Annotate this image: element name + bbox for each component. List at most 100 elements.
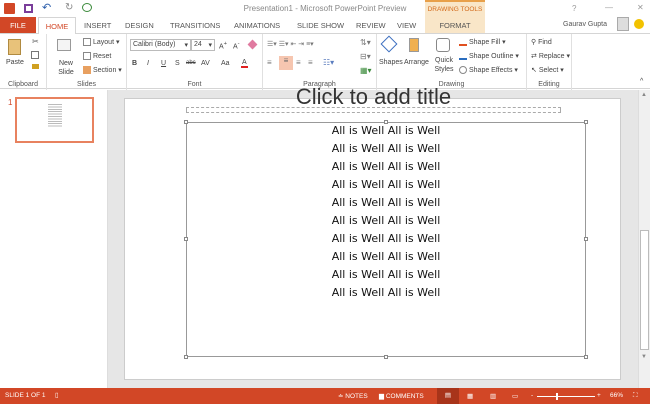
grow-font-button[interactable]: A+ xyxy=(219,41,227,50)
align-text-button[interactable]: ⊟▾ xyxy=(360,52,371,61)
window-title: Presentation1 - Microsoft PowerPoint Pre… xyxy=(243,4,407,13)
title-placeholder[interactable]: Click to add title xyxy=(186,84,561,113)
replace-button[interactable]: ⇄ Replace ▾ xyxy=(531,52,570,60)
binoculars-icon: ⚲ xyxy=(531,39,537,46)
bold-button[interactable]: B xyxy=(132,60,137,67)
justify-button[interactable]: ≡ xyxy=(308,58,313,67)
user-name[interactable]: Gaurav Gupta xyxy=(563,21,607,28)
align-center-button[interactable]: ≡ xyxy=(279,56,293,70)
title-bar: ↶ ↻ Presentation1 - Microsoft PowerPoint… xyxy=(0,0,650,17)
smartart-button[interactable]: ▦▾ xyxy=(360,66,372,75)
tab-slide-show[interactable]: SLIDE SHOW xyxy=(297,21,344,30)
quick-styles-button[interactable]: Quick Styles xyxy=(432,56,456,74)
font-color-button[interactable]: A xyxy=(241,59,248,68)
spell-check-icon[interactable]: ▯ xyxy=(55,391,59,399)
font-size-select[interactable]: 24 ▾ xyxy=(191,39,215,51)
thumbnail-number: 1 xyxy=(8,98,13,107)
text-line: All is Well All is Well xyxy=(331,286,441,299)
quick-styles-icon[interactable] xyxy=(436,38,450,52)
shadow-button[interactable]: S xyxy=(175,60,180,67)
slide-canvas[interactable]: Click to add title All is Well All is We… xyxy=(124,84,621,380)
format-painter-icon[interactable] xyxy=(32,64,39,69)
select-button[interactable]: ↖ Select ▾ xyxy=(531,66,564,74)
tab-insert[interactable]: INSERT xyxy=(84,21,111,30)
text-line: All is Well All is Well xyxy=(331,160,441,173)
shapes-button[interactable]: Shapes xyxy=(379,59,403,66)
slide-counter: SLIDE 1 OF 1 xyxy=(5,392,46,399)
new-slide-icon[interactable] xyxy=(57,39,71,51)
align-right-button[interactable]: ≡ xyxy=(296,58,301,67)
minimize-button[interactable]: — xyxy=(605,3,613,12)
tab-file[interactable]: FILE xyxy=(0,17,36,33)
slide-sorter-button[interactable]: ▦ xyxy=(467,392,473,400)
paste-button[interactable]: Paste xyxy=(6,59,24,66)
zoom-in-button[interactable]: + xyxy=(597,392,601,399)
clear-formatting-icon[interactable] xyxy=(247,39,258,50)
shape-outline-button[interactable]: Shape Outline ▾ xyxy=(459,52,519,61)
shrink-font-button[interactable]: A- xyxy=(233,41,240,50)
scroll-down-button[interactable]: ▼ xyxy=(641,354,647,360)
text-line: All is Well All is Well xyxy=(331,250,441,263)
copy-icon[interactable] xyxy=(31,51,39,59)
scroll-up-button[interactable]: ▲ xyxy=(641,92,647,98)
tab-animations[interactable]: ANIMATIONS xyxy=(234,21,280,30)
shape-effects-button[interactable]: Shape Effects ▾ xyxy=(459,66,518,75)
change-case-button[interactable]: Aa xyxy=(221,60,230,67)
normal-view-button[interactable]: ▤ xyxy=(437,388,459,404)
notes-button[interactable]: ≐ NOTES xyxy=(338,392,368,400)
tab-view[interactable]: VIEW xyxy=(397,21,416,30)
character-spacing-button[interactable]: AV xyxy=(201,60,210,67)
bullets-button[interactable]: ☰▾ ☰▾ ⇤ ⇥ ≡▾ xyxy=(267,40,314,48)
ribbon-tabs: FILE HOME INSERT DESIGN TRANSITIONS ANIM… xyxy=(0,17,650,34)
text-line: All is Well All is Well xyxy=(331,268,441,281)
section-button[interactable]: Section ▾ xyxy=(83,66,122,75)
arrange-button[interactable]: Arrange xyxy=(404,59,429,66)
group-slides: New Slide Layout ▾ Reset Section ▾ Slide… xyxy=(47,34,127,90)
group-paragraph: ☰▾ ☰▾ ⇤ ⇥ ≡▾ ≡ ≡ ≡ ≡ ☷▾ ⇅▾ ⊟▾ ▦▾ Paragra… xyxy=(263,34,377,90)
smiley-feedback-icon[interactable] xyxy=(634,19,644,29)
zoom-slider[interactable] xyxy=(537,393,595,400)
text-line: All is Well All is Well xyxy=(331,214,441,227)
align-left-button[interactable]: ≡ xyxy=(267,58,277,68)
comments-button[interactable]: ▆ COMMENTS xyxy=(379,392,424,400)
fit-slide-button[interactable]: ⛶ xyxy=(633,392,638,400)
vertical-scrollbar[interactable]: ▲ ▼ xyxy=(638,90,650,388)
underline-button[interactable]: U xyxy=(161,60,166,67)
cut-icon[interactable]: ✂ xyxy=(32,37,39,46)
group-label-slides: Slides xyxy=(76,81,97,88)
zoom-slider-thumb[interactable] xyxy=(556,393,559,400)
find-button[interactable]: ⚲ Find xyxy=(531,38,552,46)
text-direction-button[interactable]: ⇅▾ xyxy=(360,38,371,47)
font-name-select[interactable]: Calibri (Body) ▾ xyxy=(130,39,191,51)
help-button[interactable]: ? xyxy=(572,4,576,13)
collapse-ribbon-button[interactable]: ^ xyxy=(640,78,643,85)
scroll-thumb[interactable] xyxy=(640,230,649,350)
text-line: All is Well All is Well xyxy=(331,124,441,137)
arrange-icon[interactable] xyxy=(409,38,419,52)
italic-button[interactable]: I xyxy=(147,60,149,67)
tab-review[interactable]: REVIEW xyxy=(356,21,386,30)
text-line: All is Well All is Well xyxy=(331,196,441,209)
tab-format[interactable]: FORMAT xyxy=(425,17,485,33)
zoom-out-button[interactable]: - xyxy=(531,392,533,399)
slide-thumbnail[interactable] xyxy=(15,97,94,143)
layout-button[interactable]: Layout ▾ xyxy=(83,38,120,47)
avatar[interactable] xyxy=(617,17,629,31)
new-slide-button[interactable]: New Slide xyxy=(55,59,77,77)
zoom-level[interactable]: 66% xyxy=(610,392,623,399)
shape-fill-button[interactable]: Shape Fill ▾ xyxy=(459,38,506,47)
contextual-tab-header: DRAWING TOOLS xyxy=(425,0,485,17)
tab-transitions[interactable]: TRANSITIONS xyxy=(170,21,220,30)
close-button[interactable]: ✕ xyxy=(637,3,644,12)
tab-home[interactable]: HOME xyxy=(38,17,76,34)
paste-icon[interactable] xyxy=(8,39,21,55)
content-textbox[interactable]: All is Well All is Well All is Well All i… xyxy=(184,120,588,359)
tab-design[interactable]: DESIGN xyxy=(125,21,154,30)
shapes-icon[interactable] xyxy=(380,35,398,53)
reading-view-button[interactable]: ▥ xyxy=(490,392,496,400)
text-line: All is Well All is Well xyxy=(331,232,441,245)
columns-button[interactable]: ☷▾ xyxy=(323,58,334,67)
reset-button[interactable]: Reset xyxy=(83,52,111,60)
strikethrough-button[interactable]: abc xyxy=(186,60,196,66)
slide-show-button[interactable]: ▭ xyxy=(512,392,518,400)
